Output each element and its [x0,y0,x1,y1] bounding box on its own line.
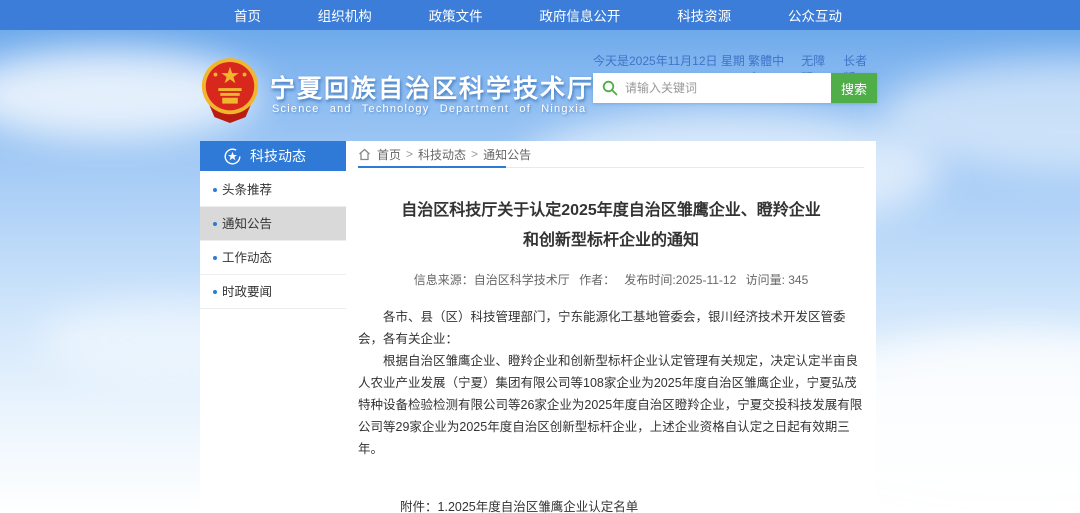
attachment-link-eagle-list[interactable]: 1.2025年度自治区雏鹰企业认定名单 [438,496,676,513]
meta-author: 作者： [579,273,615,287]
search-input[interactable] [593,73,831,103]
nav-item-organization[interactable]: 组织机构 [318,5,372,25]
breadcrumb: 首页 > 科技动态 > 通知公告 [358,141,864,168]
star-circle-icon [224,148,241,165]
sidebar-item-work-trends[interactable]: 工作动态 [200,241,346,275]
search-bar: 搜索 [593,73,877,103]
search-input-wrap [593,73,831,103]
article-paragraph: 各市、县（区）科技管理部门，宁东能源化工基地管委会，银川经济技术开发区管委会，各… [358,306,864,350]
breadcrumb-separator: > [471,147,478,161]
nav-item-public-interaction[interactable]: 公众互动 [788,5,842,25]
site-title: 宁夏回族自治区科学技术厅 [270,69,594,105]
meta-views: 访问量: 345 [746,273,809,287]
article-area: 首页 > 科技动态 > 通知公告 自治区科技厅关于认定2025年度自治区雏鹰企业… [346,141,876,513]
attachments-list: 1.2025年度自治区雏鹰企业认定名单 2.2025年度自治区瞪羚企业认定名单 … [438,496,676,513]
nav-item-home[interactable]: 首页 [234,5,261,25]
meta-publish-time: 发布时间:2025-11-12 [624,273,736,287]
sidebar-item-current-politics[interactable]: 时政要闻 [200,275,346,309]
search-button[interactable]: 搜索 [831,73,877,103]
breadcrumb-separator: > [406,147,413,161]
article-paragraph: 根据自治区雏鹰企业、瞪羚企业和创新型标杆企业认定管理有关规定，决定认定半亩良人农… [358,350,864,460]
nav-item-policy-documents[interactable]: 政策文件 [429,5,483,25]
sidebar: 科技动态 头条推荐 通知公告 工作动态 时政要闻 [200,141,346,513]
nav-item-tech-resources[interactable]: 科技资源 [677,5,731,25]
national-emblem-logo [199,57,261,125]
sidebar-item-headline-recommend[interactable]: 头条推荐 [200,173,346,207]
sidebar-menu: 头条推荐 通知公告 工作动态 时政要闻 [200,173,346,309]
article-title: 自治区科技厅关于认定2025年度自治区雏鹰企业、瞪羚企业 和创新型标杆企业的通知 [358,196,864,257]
breadcrumb-home[interactable]: 首页 [377,146,401,163]
top-navigation-bar: 首页 组织机构 政策文件 政府信息公开 科技资源 公众互动 [0,0,1080,30]
article-body: 各市、县（区）科技管理部门，宁东能源化工基地管委会，银川经济技术开发区管委会，各… [358,306,864,460]
article-title-line1: 自治区科技厅关于认定2025年度自治区雏鹰企业、瞪羚企业 [358,196,864,226]
page: 首页 组织机构 政策文件 政府信息公开 科技资源 公众互动 宁夏回族自治区科学技… [0,0,1080,513]
meta-source: 信息来源：自治区科学技术厅 [414,273,570,287]
breadcrumb-tech-news[interactable]: 科技动态 [418,146,466,163]
attachments-label: 附件： [400,496,438,513]
breadcrumb-notice[interactable]: 通知公告 [483,146,531,163]
content-panel: 科技动态 头条推荐 通知公告 工作动态 时政要闻 首页 > 科技动态 > 通知公… [200,141,876,513]
sidebar-header: 科技动态 [200,141,346,171]
attachments-block: 附件： 1.2025年度自治区雏鹰企业认定名单 2.2025年度自治区瞪羚企业认… [400,496,864,513]
site-subtitle-english: Science and Technology Department of Nin… [272,103,586,115]
sidebar-item-notice-announcement[interactable]: 通知公告 [200,207,346,241]
nav-item-gov-info-disclosure[interactable]: 政府信息公开 [539,5,620,25]
article-title-line2: 和创新型标杆企业的通知 [358,226,864,256]
top-navigation-items: 首页 组织机构 政策文件 政府信息公开 科技资源 公众互动 [200,0,876,30]
search-icon [602,80,618,96]
article-meta: 信息来源：自治区科学技术厅 作者： 发布时间:2025-11-12 访问量: 3… [358,271,864,288]
home-icon [358,148,371,161]
sidebar-title: 科技动态 [250,146,306,166]
